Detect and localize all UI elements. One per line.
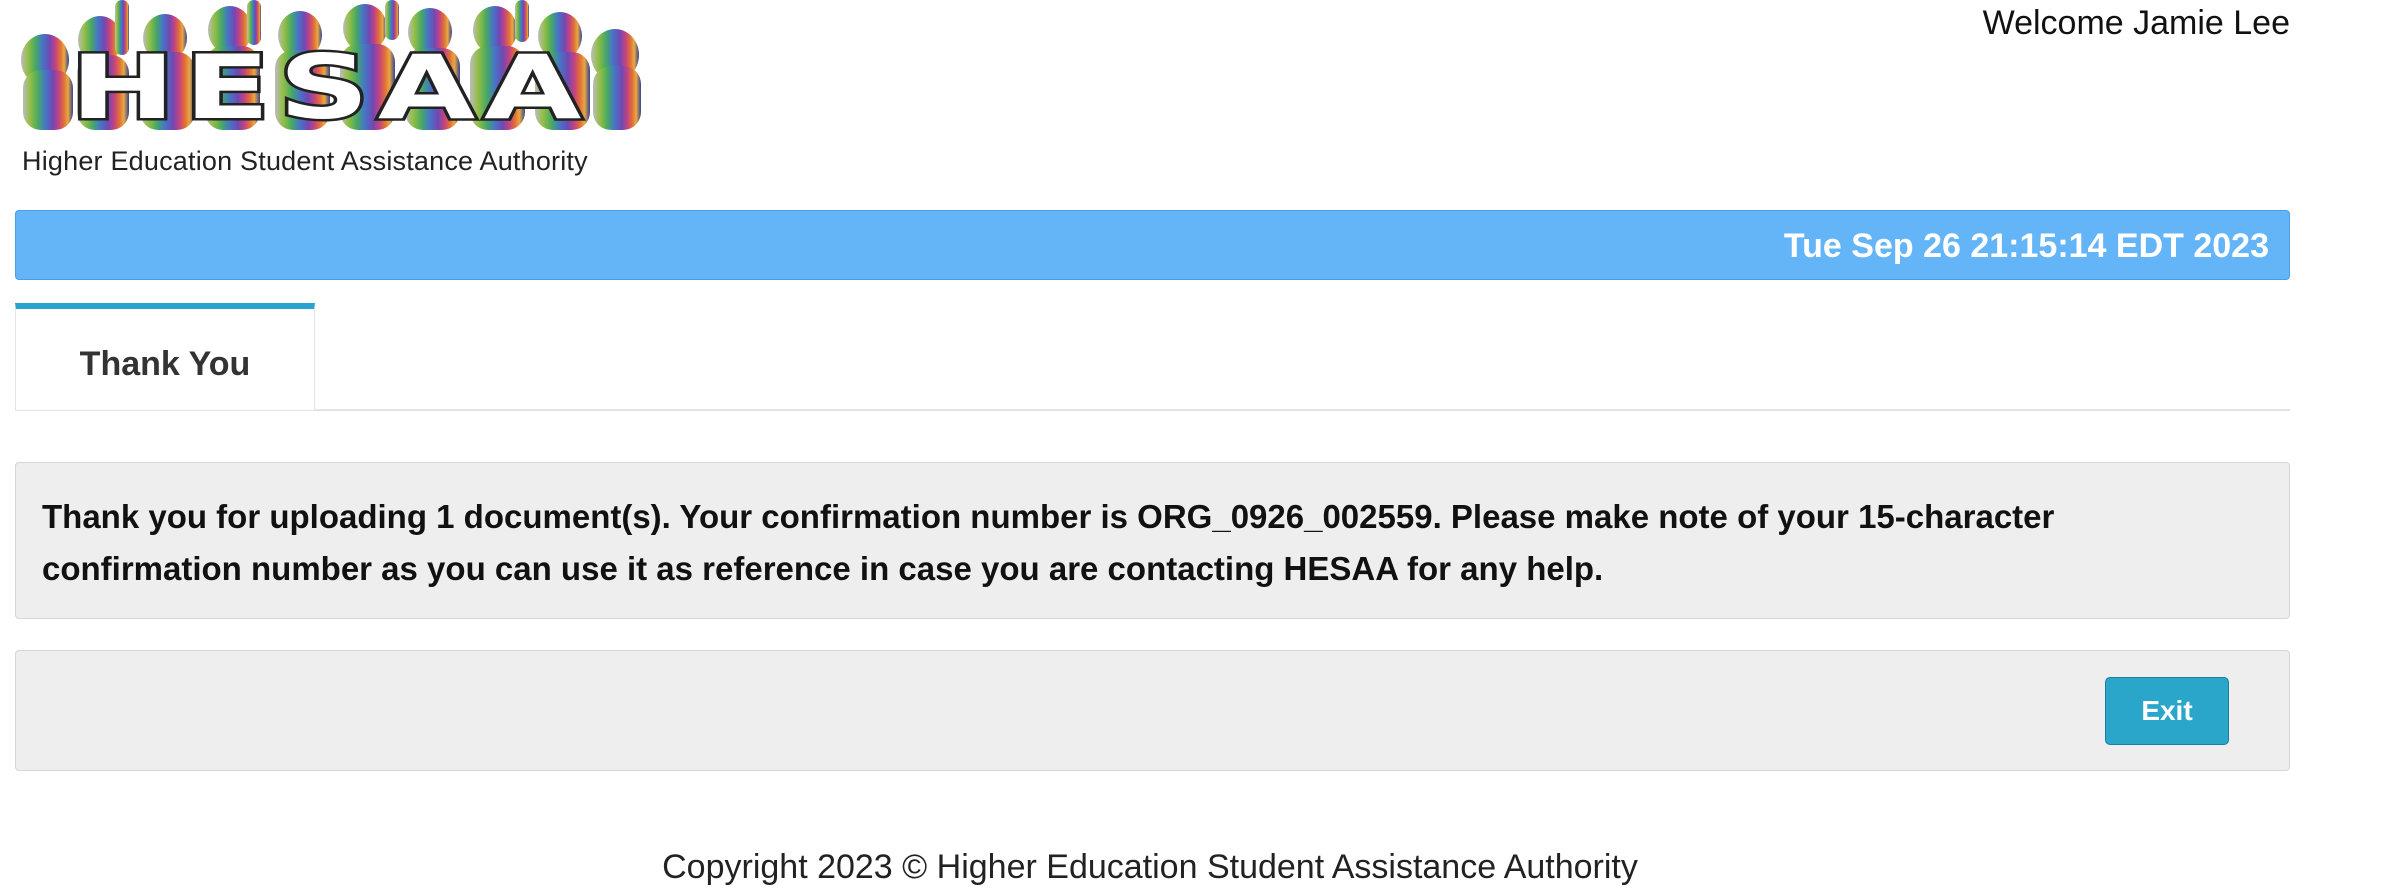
tab-bar: Thank You: [15, 303, 2290, 411]
action-panel: Exit: [15, 650, 2290, 771]
copyright-footer: Copyright 2023 © Higher Education Studen…: [662, 848, 1638, 886]
confirmation-message: Thank you for uploading 1 document(s). Y…: [42, 498, 2055, 587]
hesaa-logo[interactable]: HESAA Higher Education Student Assistanc…: [15, 0, 645, 180]
date-bar: Tue Sep 26 21:15:14 EDT 2023: [15, 210, 2290, 280]
page: HESAA Higher Education Student Assistanc…: [0, 0, 2390, 893]
svg-text:HESAA: HESAA: [70, 36, 590, 130]
logo-tagline: Higher Education Student Assistance Auth…: [22, 146, 588, 176]
exit-button[interactable]: Exit: [2105, 677, 2229, 745]
current-datetime: Tue Sep 26 21:15:14 EDT 2023: [1783, 227, 2269, 265]
logo-crowd-graphic: HESAA: [21, 0, 641, 130]
welcome-user-text: Welcome Jamie Lee: [1982, 4, 2290, 42]
confirmation-message-panel: Thank you for uploading 1 document(s). Y…: [15, 462, 2290, 619]
tab-thank-you[interactable]: Thank You: [15, 303, 315, 410]
tab-label: Thank You: [79, 345, 251, 383]
